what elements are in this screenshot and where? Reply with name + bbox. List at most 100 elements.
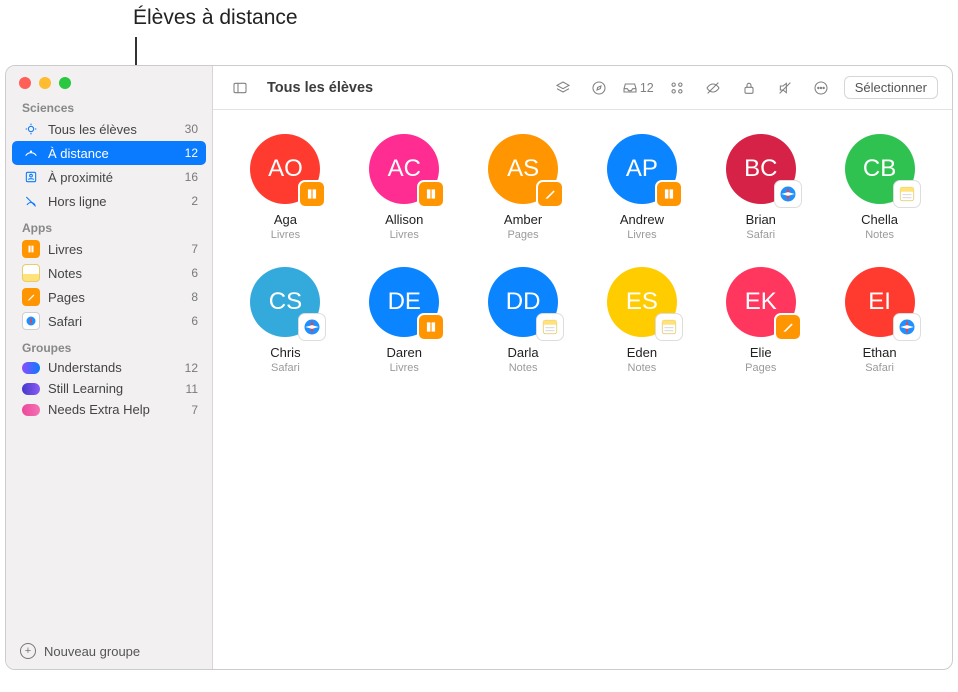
new-group-button[interactable]: + Nouveau groupe — [6, 633, 212, 669]
sidebar-item-label: Understands — [48, 360, 177, 375]
toolbar: Tous les élèves 12 — [213, 66, 952, 110]
zoom-window-button[interactable] — [59, 77, 71, 89]
student-name: Chris — [270, 345, 300, 360]
more-icon[interactable] — [808, 76, 834, 100]
sidebar-item-count: 2 — [191, 194, 198, 208]
student-item[interactable]: ACAllisonLivres — [350, 134, 459, 241]
student-initials: EI — [868, 288, 891, 316]
student-item[interactable]: EKEliePages — [706, 267, 815, 374]
lock-icon[interactable] — [736, 76, 762, 100]
sidebar-item-count: 7 — [191, 403, 198, 417]
student-name: Brian — [746, 212, 776, 227]
student-item[interactable]: AOAgaLivres — [231, 134, 340, 241]
minimize-window-button[interactable] — [39, 77, 51, 89]
student-item[interactable]: EI Ethan Safari — [825, 267, 934, 374]
student-item[interactable]: CSChrisSafari — [231, 267, 340, 374]
sidebar-toggle-icon[interactable] — [227, 76, 253, 100]
sidebar-item[interactable]: Still Learning11 — [6, 378, 212, 399]
student-item[interactable]: CBChellaNotes — [825, 134, 934, 241]
student-item[interactable]: DDDarlaNotes — [469, 267, 578, 374]
annotation-label: Élèves à distance — [133, 6, 298, 30]
sidebar-icon — [22, 168, 40, 186]
sidebar-item-count: 6 — [191, 266, 198, 280]
student-avatar: AS — [488, 134, 558, 204]
sidebar-item-count: 6 — [191, 314, 198, 328]
sidebar-item-count: 12 — [185, 146, 198, 160]
app-icon — [22, 240, 40, 258]
sidebar: SciencesTous les élèves30À distance12À p… — [6, 66, 213, 669]
student-initials: ES — [626, 288, 658, 316]
student-initials: BC — [744, 155, 777, 183]
sidebar-item[interactable]: Understands 12 — [6, 357, 212, 378]
sidebar-item[interactable]: Livres7 — [6, 237, 212, 261]
inbox-button[interactable]: 12 — [622, 80, 654, 96]
app-badge-icon — [893, 180, 921, 208]
student-name: Allison — [385, 212, 423, 227]
sidebar-section-header: Apps — [6, 213, 212, 237]
sidebar-section-header: Sciences — [6, 93, 212, 117]
student-item[interactable]: ASAmberPages — [469, 134, 578, 241]
group-color-icon — [22, 383, 40, 395]
student-avatar: AP — [607, 134, 677, 204]
app-window: SciencesTous les élèves30À distance12À p… — [5, 65, 953, 670]
layers-icon[interactable] — [550, 76, 576, 100]
student-name: Amber — [504, 212, 542, 227]
student-initials: CS — [269, 288, 302, 316]
app-badge-icon — [417, 180, 445, 208]
sidebar-section-header: Groupes — [6, 333, 212, 357]
main-area: Tous les élèves 12 — [213, 66, 952, 669]
app-badge-icon — [774, 313, 802, 341]
student-app: Safari — [746, 229, 775, 241]
sidebar-item-label: Hors ligne — [48, 194, 183, 209]
student-item[interactable]: DEDarenLivres — [350, 267, 459, 374]
sidebar-item-label: À proximité — [48, 170, 177, 185]
app-icon — [22, 264, 40, 282]
student-initials: DD — [506, 288, 541, 316]
sidebar-item[interactable]: À distance12 — [12, 141, 206, 165]
student-item[interactable]: BC Brian Safari — [706, 134, 815, 241]
student-name: Aga — [274, 212, 297, 227]
sidebar-item-count: 30 — [185, 122, 198, 136]
sidebar-icon — [22, 192, 40, 210]
sidebar-item-count: 11 — [186, 382, 198, 396]
select-button[interactable]: Sélectionner — [844, 76, 938, 99]
mute-icon[interactable] — [772, 76, 798, 100]
student-app: Pages — [745, 362, 776, 374]
student-app: Safari — [865, 362, 894, 374]
sidebar-item[interactable]: Needs Extra Help7 — [6, 399, 212, 420]
sidebar-item-count: 7 — [191, 242, 198, 256]
student-avatar: CB — [845, 134, 915, 204]
student-app: Livres — [627, 229, 656, 241]
sidebar-item[interactable]: Pages8 — [6, 285, 212, 309]
student-name: Eden — [627, 345, 657, 360]
sidebar-item-count: 12 — [185, 361, 198, 375]
student-item[interactable]: APAndrewLivres — [588, 134, 697, 241]
student-avatar: BC — [726, 134, 796, 204]
student-name: Darla — [508, 345, 539, 360]
app-badge-icon — [536, 180, 564, 208]
student-item[interactable]: ESEdenNotes — [588, 267, 697, 374]
inbox-count: 12 — [640, 81, 654, 95]
sidebar-item[interactable]: Safari6 — [6, 309, 212, 333]
student-app: Livres — [390, 229, 419, 241]
close-window-button[interactable] — [19, 77, 31, 89]
sidebar-item[interactable]: Tous les élèves30 — [6, 117, 212, 141]
sidebar-item[interactable]: Notes6 — [6, 261, 212, 285]
student-name: Ethan — [863, 345, 897, 360]
sidebar-item[interactable]: À proximité16 — [6, 165, 212, 189]
student-initials: CB — [863, 155, 896, 183]
page-title: Tous les élèves — [267, 80, 373, 96]
student-initials: DE — [388, 288, 421, 316]
student-initials: AS — [507, 155, 539, 183]
group-color-icon — [22, 404, 40, 416]
eye-off-icon[interactable] — [700, 76, 726, 100]
app-icon — [22, 288, 40, 306]
student-avatar: EK — [726, 267, 796, 337]
app-badge-icon — [893, 313, 921, 341]
new-group-label: Nouveau groupe — [44, 644, 140, 659]
sidebar-icon — [22, 120, 40, 138]
grid-icon[interactable] — [664, 76, 690, 100]
compass-icon[interactable] — [586, 76, 612, 100]
sidebar-item[interactable]: Hors ligne 2 — [6, 189, 212, 213]
student-avatar: DD — [488, 267, 558, 337]
